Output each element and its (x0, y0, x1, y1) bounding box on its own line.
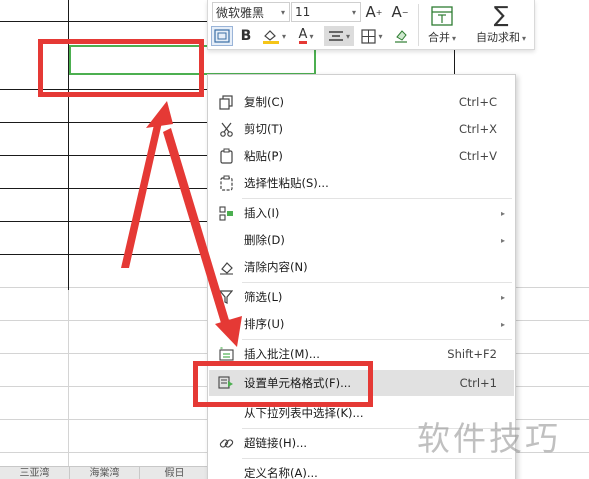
arrow-up-shaft (121, 116, 163, 268)
arrow-down-head (215, 316, 242, 347)
arrow-down-shaft (163, 128, 232, 333)
watermark: 软件技巧 (417, 419, 561, 458)
annotation-arrows (121, 101, 242, 347)
arrow-up-head (146, 101, 173, 128)
